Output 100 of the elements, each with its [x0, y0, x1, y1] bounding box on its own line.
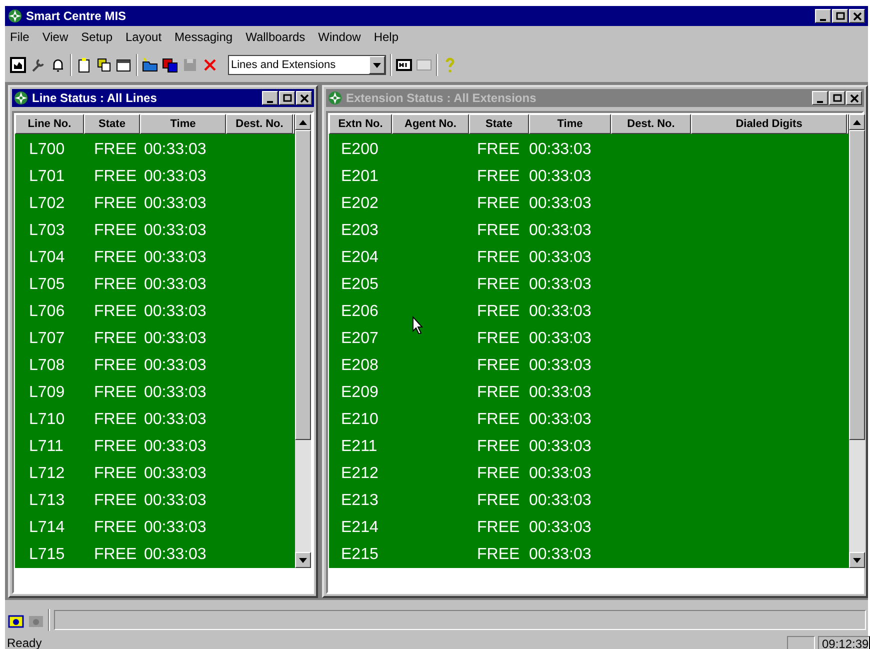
menu-item[interactable]: Help [372, 28, 401, 46]
table-cell-text: FREE [93, 464, 138, 484]
table-cell-text: FREE [93, 220, 138, 240]
table-cell-text: FREE [476, 194, 521, 214]
column-header[interactable]: Time [140, 114, 226, 134]
table-cell-text: 00:33:03 [529, 274, 592, 294]
windows-icon[interactable] [162, 57, 178, 73]
bell-icon[interactable] [50, 57, 66, 73]
table-cell-text: 00:33:03 [143, 382, 208, 402]
table-cell-text: E213 [340, 490, 380, 510]
table-cell-text: L715 [28, 544, 66, 564]
vertical-scrollbar[interactable] [295, 114, 311, 568]
table-cell-text: FREE [93, 140, 138, 160]
table-cell-text: 00:33:03 [143, 274, 208, 294]
scroll-down-button[interactable] [295, 552, 311, 568]
table-cell-text: 00:33:03 [529, 410, 592, 430]
vertical-scrollbar[interactable] [849, 114, 865, 568]
menu-item[interactable]: Messaging [172, 28, 235, 46]
maximize-button[interactable] [829, 91, 845, 105]
table-cell-text: FREE [476, 248, 521, 268]
table-cell-text: 00:33:03 [143, 464, 208, 484]
view-dropdown[interactable]: Lines and Extensions [228, 55, 386, 75]
table-cell-text: FREE [476, 464, 521, 484]
table-cell-text: E208 [340, 356, 380, 376]
scrollbar-thumb[interactable] [295, 130, 311, 440]
minimize-icon [267, 100, 273, 102]
window-title: Smart Centre MIS [26, 8, 128, 25]
table-cell-text: L712 [28, 464, 66, 484]
wrench-icon[interactable] [30, 57, 46, 73]
window-title: Extension Status : All Extensions [346, 90, 538, 107]
table-cell-text: 00:33:03 [529, 248, 592, 268]
table-cell-text: 00:33:03 [143, 544, 208, 564]
window-icon[interactable] [116, 57, 132, 73]
table-cell-text: E215 [340, 544, 380, 564]
column-header[interactable]: Extn No. [329, 114, 392, 134]
table-cell-text: E200 [340, 140, 380, 160]
column-header[interactable]: Agent No. [392, 114, 469, 134]
display-icon[interactable] [396, 57, 412, 73]
table-cell-text: 00:33:03 [143, 220, 208, 240]
column-header[interactable]: Dest. No. [611, 114, 691, 134]
column-header[interactable]: State [469, 114, 529, 134]
folder-icon[interactable] [142, 57, 158, 73]
table-cell-text: E210 [340, 410, 380, 430]
table-cell-text: 00:33:03 [143, 356, 208, 376]
maximize-button[interactable] [832, 9, 848, 23]
app-logo-icon [8, 9, 22, 23]
table-cell-text: 00:33:03 [529, 194, 592, 214]
table-cell-text: 00:33:03 [529, 544, 592, 564]
scroll-down-button[interactable] [849, 552, 865, 568]
up-arrow-icon [299, 120, 307, 124]
close-icon [850, 10, 864, 22]
table-cell-text: FREE [93, 328, 138, 348]
table-cell-text: E205 [340, 274, 380, 294]
menu-item[interactable]: Setup [79, 28, 114, 46]
table-cell-text: FREE [476, 490, 521, 510]
table-cell-text: FREE [476, 328, 521, 348]
table-cell-text: 00:33:03 [529, 356, 592, 376]
column-header[interactable]: Line No. [15, 114, 84, 134]
close-button[interactable] [296, 91, 312, 105]
menu-item[interactable]: Window [316, 28, 363, 46]
column-header[interactable]: Dest. No. [226, 114, 293, 134]
menu-item[interactable]: Layout [124, 28, 164, 46]
column-header[interactable]: Dialed Digits [691, 114, 847, 134]
table-cell-text: L700 [28, 140, 66, 160]
minimize-button[interactable] [812, 91, 828, 105]
close-icon [298, 92, 310, 104]
menu-item[interactable]: File [8, 28, 32, 46]
table-cell-text: FREE [476, 166, 521, 186]
scroll-up-button[interactable] [295, 114, 311, 130]
table-cell-text: 00:33:03 [143, 302, 208, 322]
table-cell-text: 00:33:03 [529, 490, 592, 510]
table-cell-text: L713 [28, 490, 66, 510]
table-cell-text: 00:33:03 [529, 464, 592, 484]
copy-icon[interactable] [96, 57, 112, 73]
column-header[interactable]: Time [529, 114, 611, 134]
scroll-up-button[interactable] [849, 114, 865, 130]
close-button[interactable] [849, 9, 865, 23]
column-header[interactable]: State [84, 114, 140, 134]
minimize-button[interactable] [262, 91, 278, 105]
maximize-icon [280, 92, 294, 104]
table-cell-text: 00:33:03 [143, 140, 208, 160]
scrollbar-thumb[interactable] [849, 130, 865, 440]
table-cell-text: E202 [340, 194, 380, 214]
close-button[interactable] [846, 91, 862, 105]
minimize-button[interactable] [815, 9, 831, 23]
menu-item[interactable]: View [40, 28, 70, 46]
down-arrow-icon [853, 558, 861, 562]
table-cell-text: FREE [476, 518, 521, 538]
table-cell-text: 00:33:03 [143, 410, 208, 430]
clipboard-icon[interactable] [76, 57, 92, 73]
table-cell-text: FREE [93, 194, 138, 214]
table-cell-text: E207 [340, 328, 380, 348]
maximize-button[interactable] [279, 91, 295, 105]
menu-item[interactable]: Wallboards [244, 28, 308, 46]
table-cell-text: FREE [93, 410, 138, 430]
table-cell-text: L707 [28, 328, 66, 348]
table-cell-text: L706 [28, 302, 66, 322]
delete-icon[interactable] [202, 57, 218, 73]
table-cell-text: 00:33:03 [143, 248, 208, 268]
chart-icon[interactable] [10, 57, 26, 73]
